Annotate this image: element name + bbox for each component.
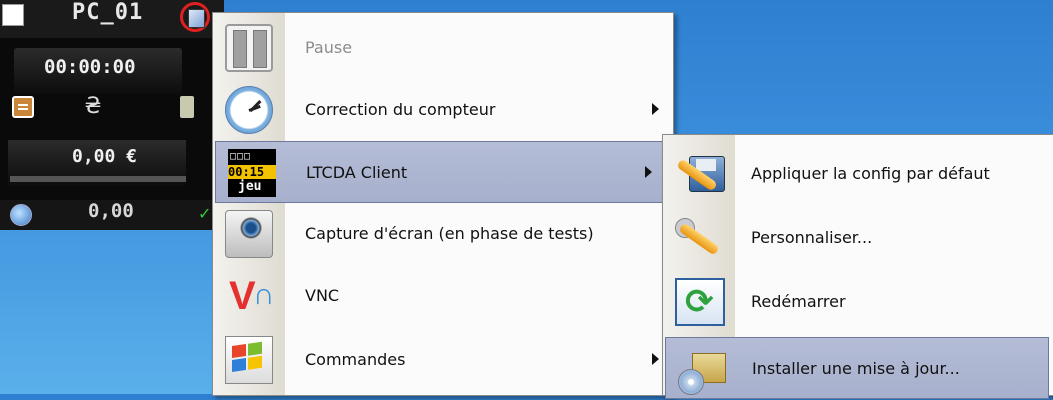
menu-item-correction-compteur[interactable]: Correction du compteur [213, 79, 673, 141]
vnc-icon: V ∩ [229, 274, 275, 318]
submenu-arrow-icon [652, 103, 659, 115]
ltcda-icon-top: □□□ [230, 151, 252, 162]
menu-item-pause[interactable]: Pause [213, 17, 673, 79]
menu-item-ltcda-client[interactable]: □□□ 00:15 jeu LTCDA Client [215, 141, 667, 203]
submenu-arrow-icon [652, 353, 659, 365]
ltcda-icon-time: 00:15 [228, 165, 276, 179]
pause-icon [225, 24, 273, 72]
menu-icon [188, 9, 205, 28]
widget-checkbox[interactable] [2, 4, 24, 26]
menu-item-label: Commandes [305, 350, 406, 369]
clock-icon [225, 86, 273, 134]
menu-item-label: LTCDA Client [306, 163, 408, 182]
commands-icon [225, 336, 273, 384]
ltcda-client-submenu: Appliquer la config par défaut Personnal… [662, 134, 1053, 399]
widget-menu-button[interactable] [180, 2, 210, 32]
client-widget: PC_01 00:00:00 ₴ 0,00 € 0,00 ✓ [0, 0, 224, 230]
wrench-icon [675, 214, 725, 262]
install-update-icon [678, 345, 728, 395]
check-icon: ✓ [198, 204, 212, 223]
submenu-item-apply-default-config[interactable]: Appliquer la config par défaut [663, 143, 1053, 205]
submenu-item-installer-mise-a-jour[interactable]: Installer une mise à jour... [665, 337, 1049, 399]
widget-pc-name: PC_01 [72, 0, 144, 25]
submenu-item-label: Redémarrer [751, 292, 846, 311]
submenu-item-redemarrer[interactable]: Redémarrer [663, 271, 1053, 333]
submenu-item-label: Appliquer la config par défaut [751, 164, 990, 183]
menu-item-label: Correction du compteur [305, 100, 496, 119]
camera-icon [225, 210, 273, 258]
restart-icon [675, 278, 725, 326]
menu-item-label: Capture d'écran (en phase de tests) [305, 224, 594, 243]
note-icon[interactable] [180, 96, 194, 118]
apply-config-icon [675, 150, 725, 198]
menu-item-label: VNC [305, 286, 340, 305]
ltcda-icon-text: jeu [238, 179, 262, 194]
balance-value: 0,00 [88, 200, 134, 222]
timer-value: 00:00:00 [44, 56, 136, 78]
submenu-item-label: Personnaliser... [751, 228, 873, 247]
coins-icon[interactable]: ₴ [82, 96, 104, 118]
context-menu: Pause Correction du compteur □□□ 00:15 j… [212, 12, 674, 396]
submenu-arrow-icon [645, 166, 652, 178]
submenu-item-personnaliser[interactable]: Personnaliser... [663, 207, 1053, 269]
menu-item-label: Pause [305, 38, 353, 57]
menu-item-commandes[interactable]: Commandes [213, 329, 673, 391]
ltcda-client-icon: □□□ 00:15 jeu [228, 149, 276, 197]
list-icon[interactable] [12, 96, 34, 118]
globe-icon[interactable] [10, 204, 32, 226]
menu-item-capture-ecran[interactable]: Capture d'écran (en phase de tests) [213, 203, 673, 265]
submenu-item-label: Installer une mise à jour... [752, 359, 960, 378]
amount-value: 0,00 € [72, 146, 138, 167]
usage-bar [10, 176, 186, 182]
menu-item-vnc[interactable]: V ∩ VNC [213, 265, 673, 327]
